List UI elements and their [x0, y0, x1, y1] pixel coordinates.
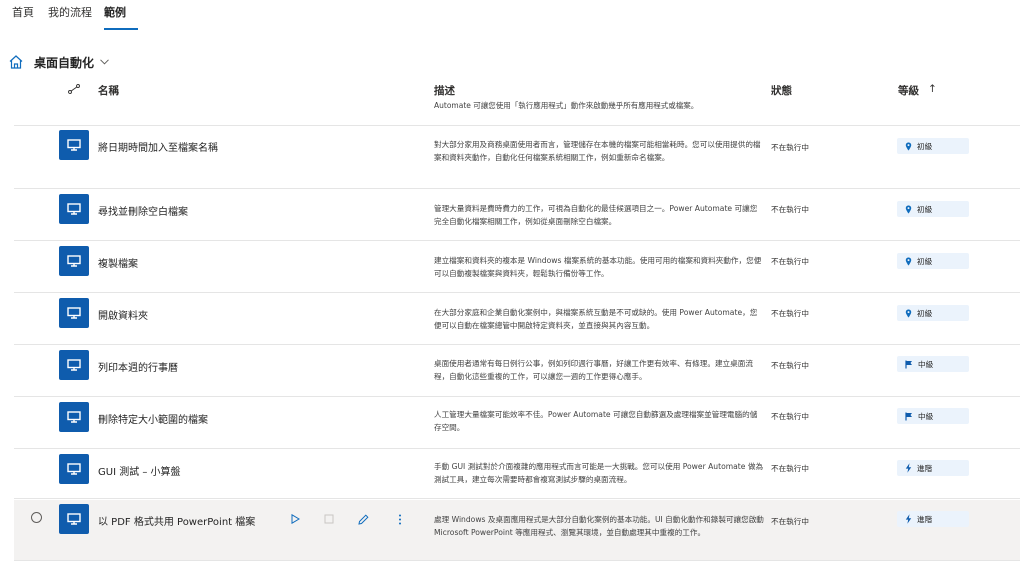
- flow-status: 不在執行中: [771, 205, 809, 214]
- tab-my-flows[interactable]: 我的流程: [48, 4, 92, 20]
- flow-name[interactable]: 列印本週的行事曆: [98, 359, 178, 374]
- flow-name[interactable]: 開啟資料夾: [98, 307, 148, 322]
- flow-name[interactable]: 以 PDF 格式共用 PowerPoint 檔案: [98, 513, 255, 528]
- level-label: 中級: [918, 411, 934, 421]
- tab-home[interactable]: 首頁: [12, 4, 34, 20]
- level-badge: 初級: [897, 305, 969, 321]
- table-header: 名稱 描述 狀態 等級 ↑: [0, 78, 1024, 100]
- bolt-icon: [905, 514, 912, 524]
- more-options-icon[interactable]: [394, 513, 406, 525]
- breadcrumb: 桌面自動化: [8, 52, 109, 72]
- desktop-flow-icon: [59, 246, 89, 276]
- flow-status: 不在執行中: [771, 143, 809, 152]
- flow-name[interactable]: GUI 測試 – 小算盤: [98, 463, 181, 478]
- level-badge: 進階: [897, 511, 969, 527]
- flow-description: 人工管理大量檔案可能效率不佳。Power Automate 可讓您自動篩選及處理…: [434, 410, 758, 432]
- level-label: 初級: [917, 256, 933, 266]
- flow-name[interactable]: 尋找並刪除空白檔案: [98, 203, 188, 218]
- table-row[interactable]: 刪除特定大小範圍的檔案 人工管理大量檔案可能效率不佳。Power Automat…: [14, 398, 1020, 449]
- desktop-flow-icon: [59, 454, 89, 484]
- flow-type-icon: [68, 84, 80, 94]
- tab-templates[interactable]: 範例: [104, 4, 126, 20]
- edit-pencil-icon[interactable]: [357, 513, 369, 525]
- flow-description: 手動 GUI 測試對於介面複雜的應用程式而言可能是一大挑戰。您可以使用 Powe…: [434, 462, 764, 484]
- flow-description: 桌面使用者通常有每日例行公事，例如列印週行事曆，好讓工作更有效率、有條理。建立桌…: [434, 359, 753, 381]
- level-label: 初級: [917, 308, 933, 318]
- table-row[interactable]: 將日期時間加入至檔案名稱 對大部分家用及商務桌面使用者而言，管理儲存在本機的檔案…: [14, 126, 1020, 189]
- level-label: 進階: [917, 514, 933, 524]
- level-label: 初級: [917, 141, 933, 151]
- table-row-selected[interactable]: 以 PDF 格式共用 PowerPoint 檔案 處理 Windows 及桌面應…: [14, 500, 1020, 561]
- level-badge: 進階: [897, 460, 969, 476]
- column-description[interactable]: 描述: [434, 83, 455, 98]
- flow-status: 不在執行中: [771, 361, 809, 370]
- table-row[interactable]: 開啟資料夾 在大部分家庭和企業自動化案例中，與檔案系統互動是不可或缺的。使用 P…: [14, 294, 1020, 345]
- run-icon[interactable]: [289, 513, 301, 525]
- flag-icon: [905, 412, 912, 420]
- level-badge: 初級: [897, 201, 969, 217]
- stop-icon[interactable]: [323, 513, 335, 525]
- level-label: 初級: [917, 204, 933, 214]
- active-tab-indicator: [104, 28, 138, 30]
- flow-description: 對大部分家用及商務桌面使用者而言，管理儲存在本機的檔案可能相當耗時。您可以使用提…: [434, 140, 761, 162]
- desktop-flow-icon: [59, 402, 89, 432]
- top-navigation: 首頁 我的流程 範例: [0, 0, 1024, 34]
- desktop-flow-icon: [59, 194, 89, 224]
- sort-ascending-icon[interactable]: ↑: [928, 83, 937, 95]
- row-select-radio[interactable]: [31, 512, 42, 523]
- flow-status: 不在執行中: [771, 412, 809, 421]
- table-row[interactable]: 複製檔案 建立檔案和資料夾的複本是 Windows 檔案系統的基本功能。使用可用…: [14, 242, 1020, 293]
- flow-description: 管理大量資料是費時費力的工作，可視為自動化的最佳候選項目之一。Power Aut…: [434, 204, 758, 226]
- table-row[interactable]: 尋找並刪除空白檔案 管理大量資料是費時費力的工作，可視為自動化的最佳候選項目之一…: [14, 190, 1020, 241]
- level-badge: 初級: [897, 253, 969, 269]
- level-label: 進階: [917, 463, 933, 473]
- table-row[interactable]: GUI 測試 – 小算盤 手動 GUI 測試對於介面複雜的應用程式而言可能是一大…: [14, 450, 1020, 499]
- home-icon[interactable]: [8, 54, 24, 70]
- column-level[interactable]: 等級: [898, 83, 919, 98]
- flow-status: 不在執行中: [771, 517, 809, 526]
- column-name[interactable]: 名稱: [98, 83, 119, 98]
- pin-icon: [905, 142, 912, 150]
- level-badge: 中級: [897, 356, 969, 372]
- flow-name[interactable]: 複製檔案: [98, 255, 138, 270]
- flow-description: 處理 Windows 及桌面應用程式是大部分自動化案例的基本功能。UI 自動化動…: [434, 515, 764, 537]
- level-badge: 初級: [897, 138, 969, 154]
- flow-status: 不在執行中: [771, 309, 809, 318]
- desktop-flow-icon: [59, 130, 89, 160]
- column-status[interactable]: 狀態: [771, 83, 792, 98]
- flag-icon: [905, 360, 912, 368]
- flow-description: 在大部分家庭和企業自動化案例中，與檔案系統互動是不可或缺的。使用 Power A…: [434, 308, 758, 330]
- flow-status: 不在執行中: [771, 257, 809, 266]
- partial-row-description: Automate 可讓您使用「執行應用程式」動作來啟動幾乎所有應用程式或檔案。: [434, 101, 699, 110]
- desktop-flow-icon: [59, 350, 89, 380]
- flow-status: 不在執行中: [771, 464, 809, 473]
- level-badge: 中級: [897, 408, 969, 424]
- chevron-down-icon[interactable]: [100, 57, 109, 68]
- flow-name[interactable]: 刪除特定大小範圍的檔案: [98, 411, 208, 426]
- flow-name[interactable]: 將日期時間加入至檔案名稱: [98, 139, 218, 154]
- level-label: 中級: [918, 359, 934, 369]
- flow-description: 建立檔案和資料夾的複本是 Windows 檔案系統的基本功能。使用可用的檔案和資…: [434, 256, 762, 278]
- pin-icon: [905, 309, 912, 317]
- pin-icon: [905, 205, 912, 213]
- page-title[interactable]: 桌面自動化: [34, 54, 94, 71]
- bolt-icon: [905, 463, 912, 473]
- table-row[interactable]: 列印本週的行事曆 桌面使用者通常有每日例行公事，例如列印週行事曆，好讓工作更有效…: [14, 346, 1020, 397]
- pin-icon: [905, 257, 912, 265]
- desktop-flow-icon: [59, 504, 89, 534]
- desktop-flow-icon: [59, 298, 89, 328]
